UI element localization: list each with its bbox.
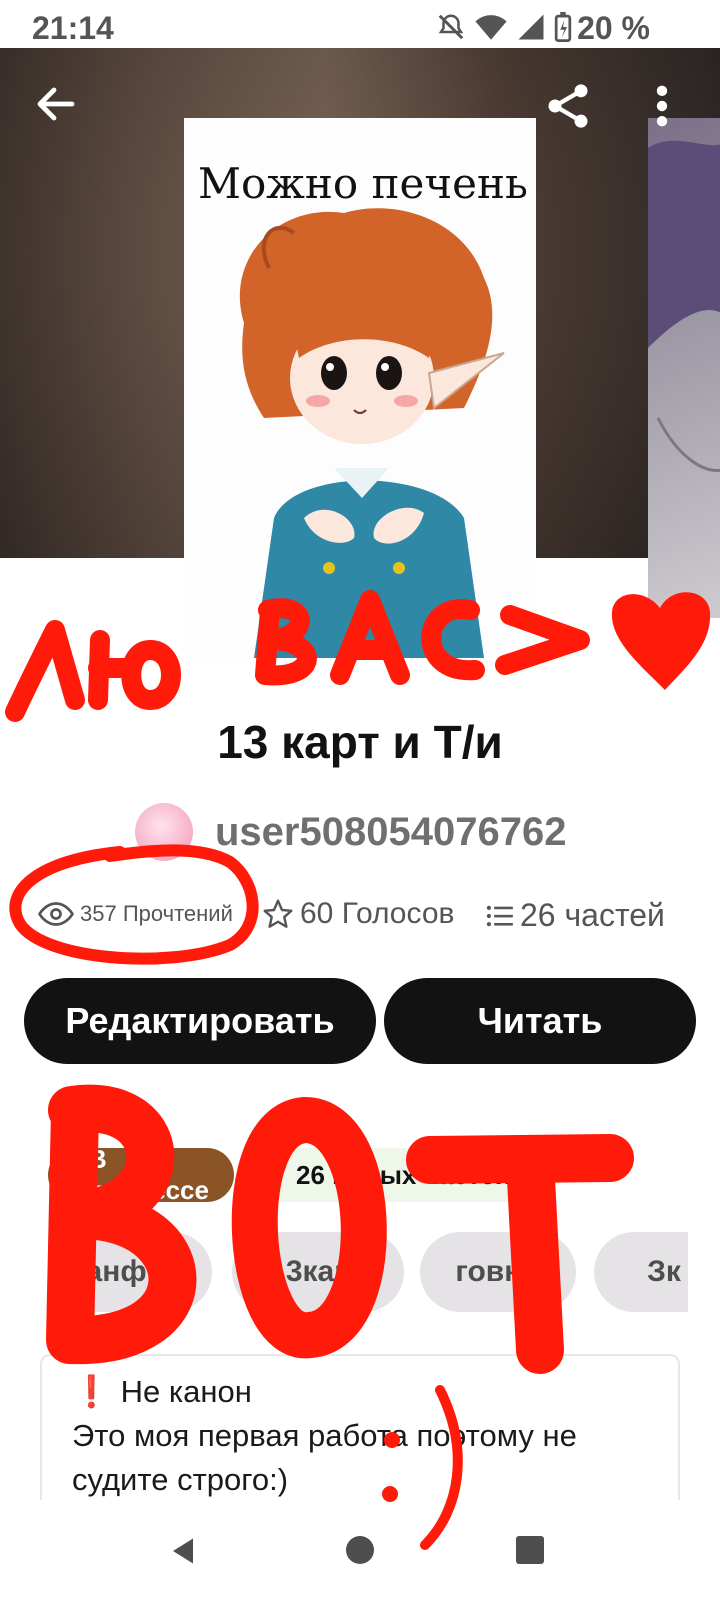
mute-icon bbox=[438, 14, 464, 40]
cover-illustration-next bbox=[648, 140, 720, 473]
signal-icon bbox=[518, 14, 544, 40]
list-icon bbox=[486, 905, 513, 926]
nav-recents-icon[interactable] bbox=[516, 1536, 544, 1564]
battery-charging-icon bbox=[554, 12, 572, 42]
more-options-button[interactable] bbox=[650, 80, 674, 132]
story-description: ❗ Не канон Это моя первая работа поэтому … bbox=[40, 1354, 680, 1514]
share-button[interactable] bbox=[542, 80, 594, 132]
wifi-icon bbox=[475, 15, 507, 40]
cover-illustration: Можно печень bbox=[198, 159, 528, 658]
parts-stat: 26 частей bbox=[486, 897, 665, 934]
votes-count: 60 Голосов bbox=[300, 897, 455, 930]
eye-icon bbox=[38, 902, 74, 926]
scribble-letter-yu bbox=[88, 630, 181, 710]
description-text-1: Не канон bbox=[120, 1374, 252, 1409]
more-vertical-icon bbox=[656, 85, 668, 127]
battery-percent: 20 % bbox=[577, 10, 650, 46]
author-name[interactable]: user508054076762 bbox=[215, 810, 566, 855]
new-parts-badge: 26 новых частей bbox=[250, 1148, 530, 1202]
cover-text: Можно печень bbox=[198, 159, 528, 208]
votes-stat: 60 Голосов bbox=[262, 897, 454, 931]
story-cover[interactable]: Можно печень bbox=[184, 118, 536, 658]
nav-home-icon[interactable] bbox=[346, 1536, 374, 1564]
tag-chip[interactable]: Фанфик bbox=[48, 1232, 212, 1312]
exclamation-icon: ❗ bbox=[72, 1374, 111, 1409]
story-cover-next[interactable] bbox=[648, 118, 720, 618]
scribble-letter-l bbox=[5, 620, 85, 722]
status-time: 21:14 bbox=[32, 10, 114, 46]
share-icon bbox=[548, 84, 588, 128]
status-bar: 21:14 20 % bbox=[0, 0, 720, 48]
system-nav-bar bbox=[0, 1500, 720, 1600]
new-parts-label: 26 новых частей bbox=[296, 1159, 511, 1190]
reads-stat: 357 Прочтений bbox=[38, 901, 233, 927]
nav-back-icon[interactable] bbox=[170, 1536, 196, 1566]
status-badge: В процессе bbox=[48, 1144, 234, 1205]
tag-chip[interactable]: Зк bbox=[594, 1232, 688, 1312]
story-title: 13 карт и Т/и bbox=[217, 716, 503, 768]
tags-row: Фанфик 13карт говно Зк bbox=[48, 1232, 688, 1312]
new-indicator-dot bbox=[266, 1168, 280, 1182]
tag-chip[interactable]: говно bbox=[420, 1232, 576, 1312]
avatar[interactable] bbox=[135, 803, 193, 861]
edit-button[interactable]: Редактировать bbox=[24, 978, 376, 1064]
tag-chip[interactable]: 13карт bbox=[232, 1232, 404, 1312]
read-button[interactable]: Читать bbox=[384, 978, 696, 1064]
description-line-3: судите строго:) bbox=[72, 1462, 289, 1497]
parts-count: 26 частей bbox=[520, 897, 665, 933]
arrow-left-icon bbox=[37, 87, 75, 121]
story-stats: 357 Прочтений 60 Голосов 26 частей bbox=[0, 895, 720, 945]
reads-count: 357 Прочтений bbox=[80, 901, 233, 926]
star-icon bbox=[263, 899, 293, 928]
back-button[interactable] bbox=[32, 80, 80, 128]
description-line-2: Это моя первая работа поэтому не bbox=[72, 1418, 577, 1453]
author-link[interactable]: user508054076762 bbox=[135, 800, 566, 864]
status-icons bbox=[436, 12, 572, 42]
description-line-1: ❗ Не канон bbox=[72, 1370, 648, 1414]
